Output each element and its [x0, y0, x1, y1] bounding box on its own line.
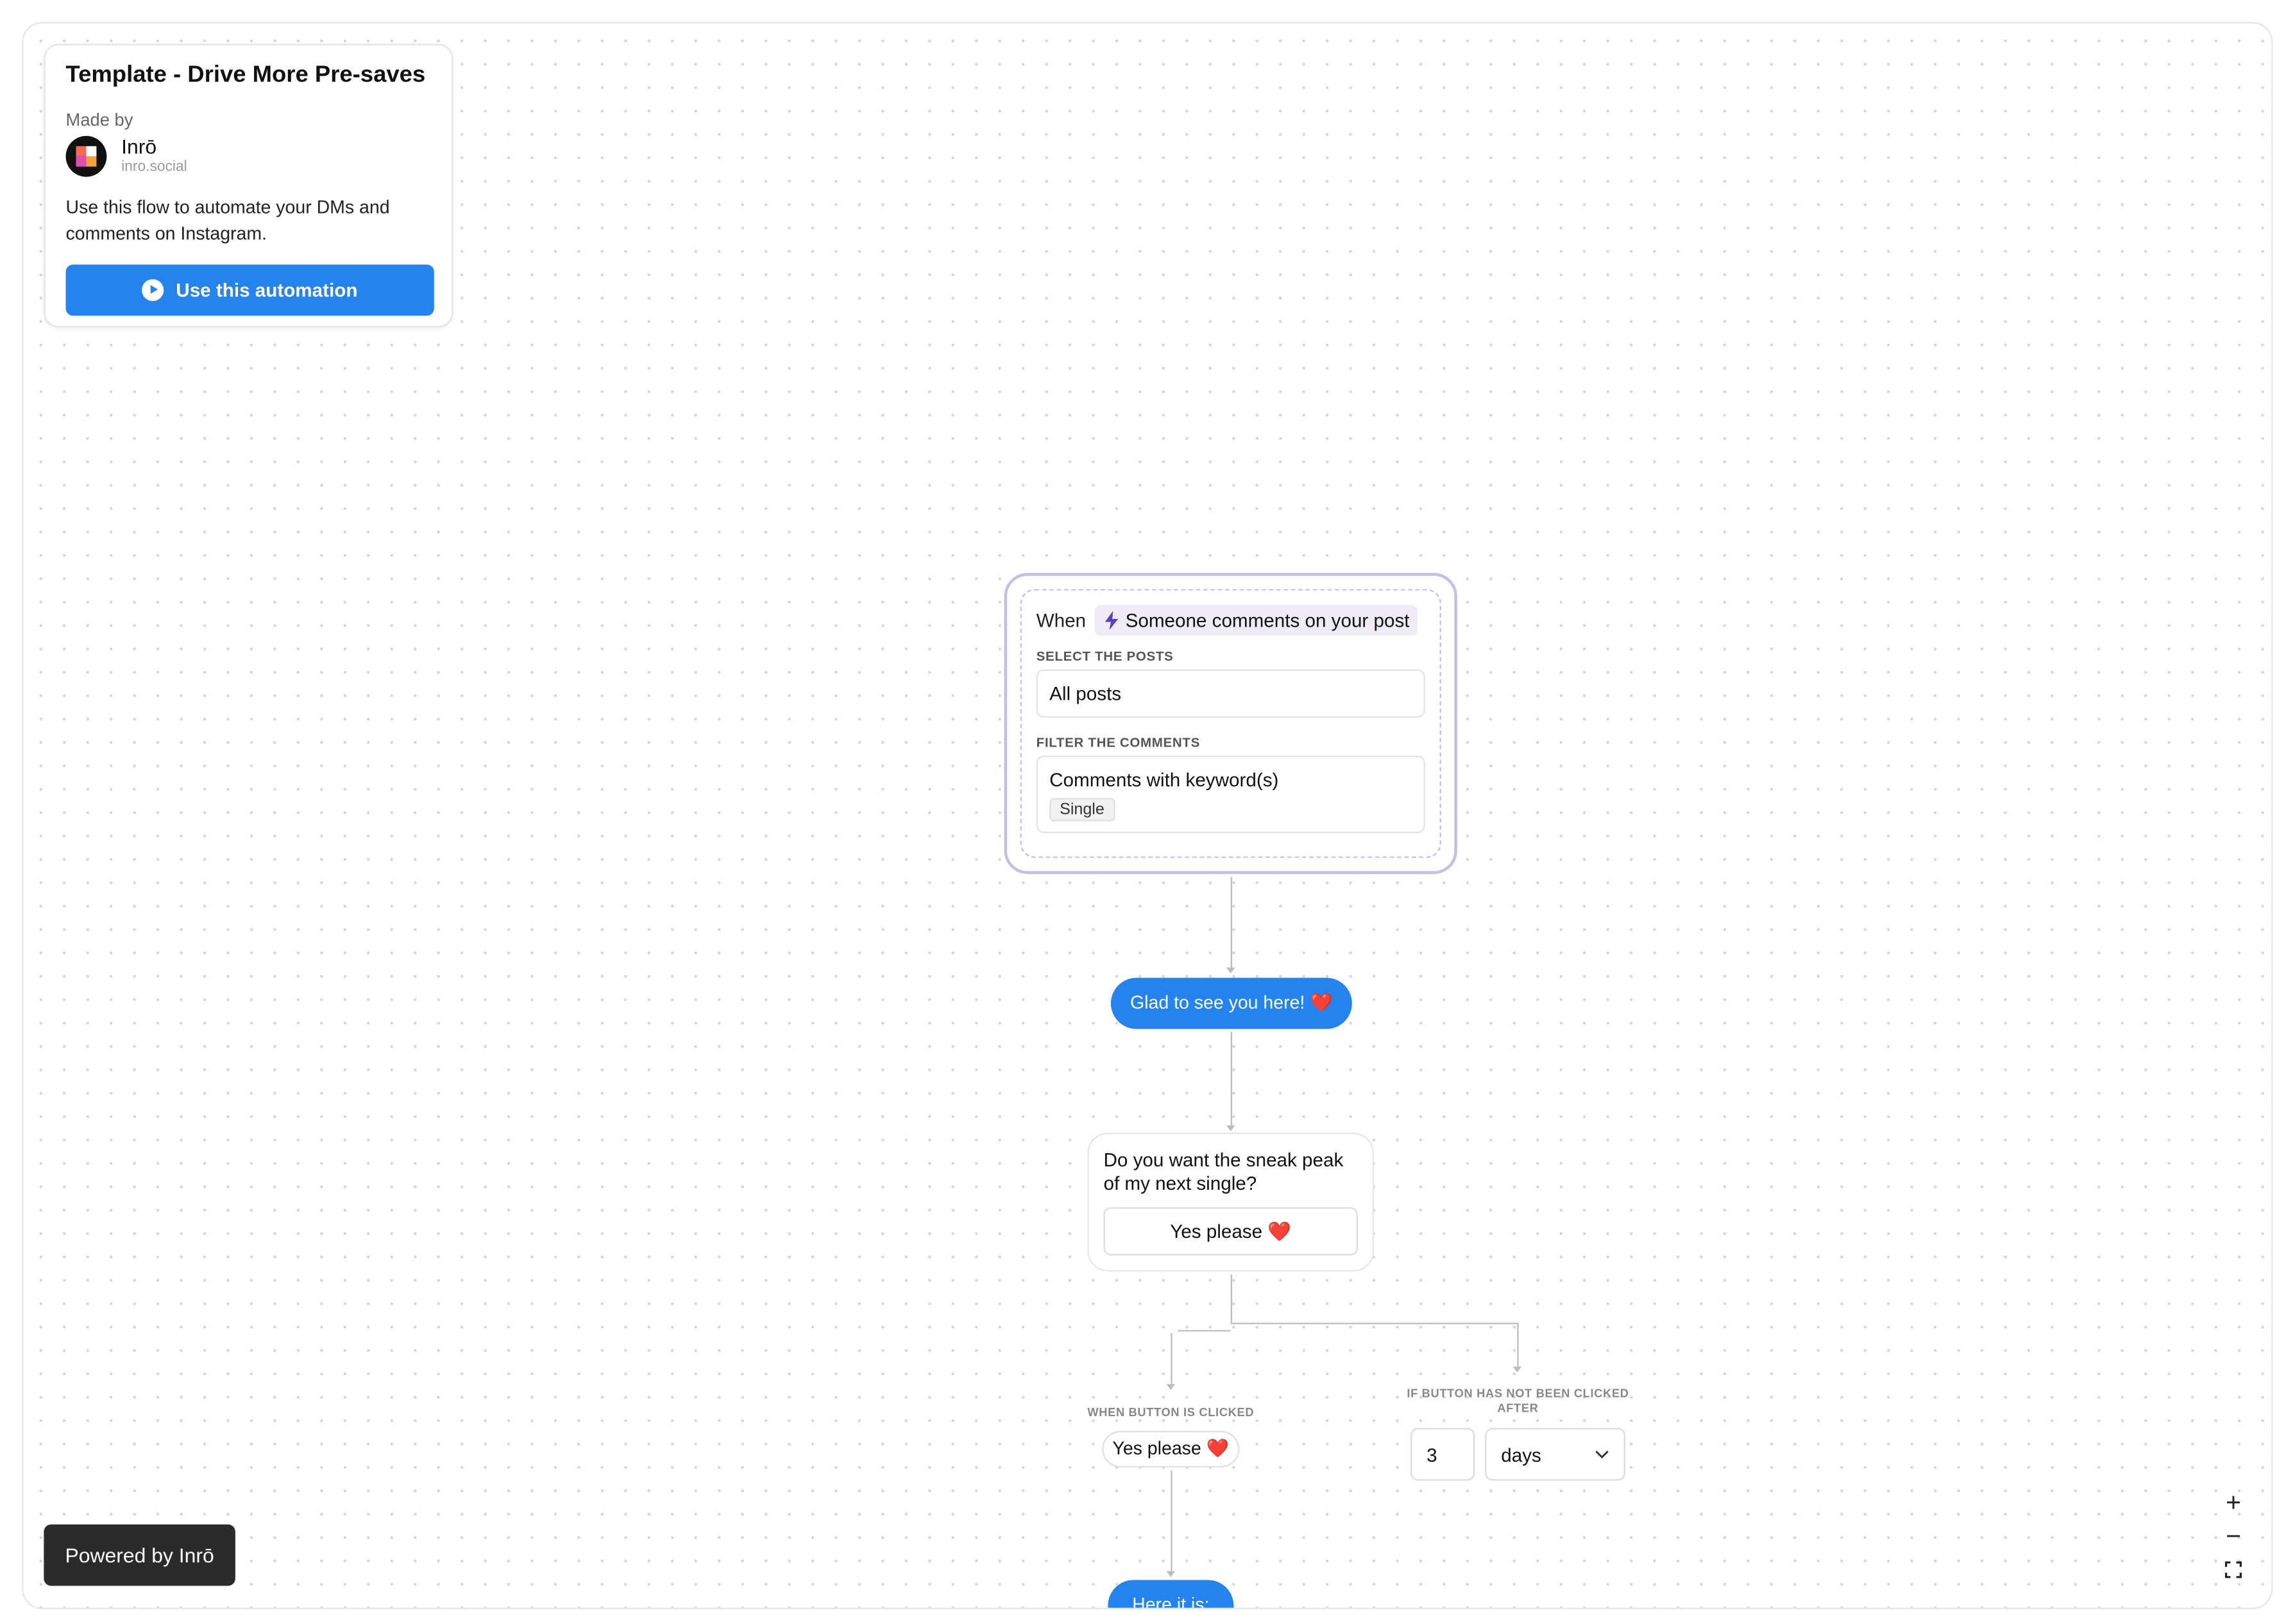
branch-not-clicked-label: IF BUTTON HAS NOT BEEN CLICKED AFTER — [1407, 1387, 1629, 1415]
trigger-event-label: Someone comments on your post — [1125, 609, 1410, 632]
connector-line — [1230, 1031, 1233, 1126]
connector-line — [1517, 1323, 1519, 1367]
made-by-label: Made by — [65, 109, 133, 130]
connector-arrow — [1226, 967, 1235, 974]
author-name: Inrō — [121, 134, 157, 158]
connector-line — [1230, 1274, 1233, 1323]
author-domain: inro.social — [121, 159, 187, 176]
delay-value-input[interactable] — [1410, 1428, 1475, 1481]
trigger-event-pill[interactable]: Someone comments on your post — [1094, 605, 1419, 636]
branch-clicked-pill[interactable]: Yes please ❤️ — [1102, 1430, 1240, 1468]
trigger-node-inner: When Someone comments on your post SELEC… — [1020, 589, 1441, 858]
filter-comments-label: FILTER THE COMMENTS — [1036, 735, 1200, 750]
fullscreen-icon — [2224, 1561, 2242, 1578]
greeting-message-bubble[interactable]: Glad to see you here! ❤️ — [1110, 977, 1352, 1029]
play-icon — [142, 279, 165, 301]
bolt-icon — [1105, 611, 1119, 630]
author: Inrō inro.social — [65, 134, 432, 177]
connector-line — [1230, 1323, 1518, 1324]
zoom-in-button[interactable]: + — [2217, 1487, 2249, 1519]
filter-comments-value: Comments with keyword(s) — [1049, 768, 1279, 791]
branch-clicked-label: WHEN BUTTON IS CLICKED — [1087, 1406, 1255, 1419]
question-text: Do you want the sneak peak of my next si… — [1103, 1149, 1344, 1194]
connector-line — [1230, 877, 1233, 968]
select-posts-label: SELECT THE POSTS — [1036, 648, 1174, 664]
yes-please-button[interactable]: Yes please ❤️ — [1103, 1207, 1358, 1256]
template-title: Template - Drive More Pre-saves — [65, 62, 426, 88]
connector-arrow — [1512, 1366, 1522, 1373]
author-avatar — [65, 135, 107, 176]
delay-unit-value: days — [1501, 1443, 1541, 1466]
template-card: Template - Drive More Pre-saves Made by … — [44, 44, 453, 328]
flow-canvas[interactable]: Template - Drive More Pre-saves Made by … — [22, 22, 2273, 1609]
connector-line — [1171, 1470, 1173, 1573]
question-card[interactable]: Do you want the sneak peak of my next si… — [1087, 1133, 1375, 1272]
connector-arrow — [1166, 1571, 1176, 1577]
select-posts-field[interactable]: All posts — [1036, 669, 1425, 718]
keyword-mode-tag: Single — [1049, 798, 1115, 822]
trigger-node[interactable]: When Someone comments on your post SELEC… — [1004, 573, 1457, 874]
fit-view-button[interactable] — [2217, 1553, 2249, 1586]
connector-line — [1171, 1333, 1173, 1386]
zoom-controls: + − — [2216, 1487, 2251, 1586]
filter-comments-field[interactable]: Comments with keyword(s) Single — [1036, 756, 1425, 833]
connector-arrow — [1226, 1125, 1235, 1131]
connector-line — [1178, 1330, 1231, 1332]
when-label: When — [1036, 609, 1087, 632]
when-row: When Someone comments on your post — [1037, 605, 1425, 636]
template-description: Use this flow to automate your DMs and c… — [65, 197, 390, 244]
powered-by-badge[interactable]: Powered by Inrō — [44, 1524, 235, 1586]
use-automation-label: Use this automation — [176, 279, 358, 301]
connector-arrow — [1166, 1383, 1176, 1391]
delay-unit-select[interactable]: days — [1485, 1428, 1625, 1481]
zoom-out-button[interactable]: − — [2217, 1520, 2249, 1552]
next-message-bubble[interactable]: Here it is: — [1108, 1580, 1234, 1608]
use-automation-button[interactable]: Use this automation — [65, 264, 434, 316]
chevron-down-icon — [1595, 1450, 1609, 1459]
